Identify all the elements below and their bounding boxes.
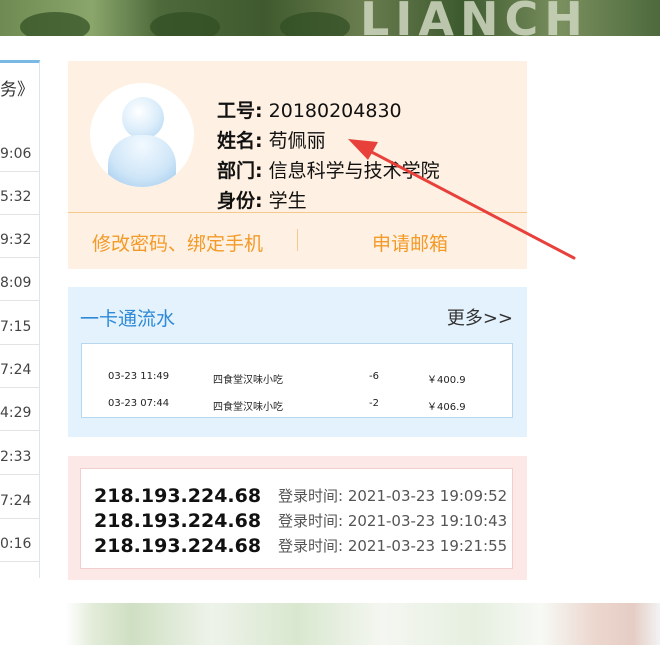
login-ip: 218.193.224.68	[94, 485, 262, 507]
profile-divider	[68, 212, 527, 213]
profile-value: 苟佩丽	[268, 130, 326, 152]
more-link[interactable]: 更多>>	[447, 304, 513, 330]
card-transactions-panel: 一卡通流水 更多>> 03-23 11:49 四食堂汉味小吃 -6 ￥400.9…	[68, 287, 527, 437]
login-ip: 218.193.224.68	[94, 535, 262, 557]
left-list-item[interactable]: 9:06	[0, 138, 40, 172]
change-password-link[interactable]: 修改密码、绑定手机	[92, 229, 263, 256]
transaction-place: 四食堂汉味小吃	[213, 375, 283, 386]
left-list-item[interactable]: 9:32	[0, 224, 40, 258]
banner-shrub	[280, 12, 350, 36]
campus-banner-image: LIANCH	[0, 0, 660, 36]
profile-row-name: 姓名: 苟佩丽	[217, 126, 326, 153]
login-time-value: 2021-03-23 19:21:55	[347, 537, 508, 555]
login-time-label: 登录时间:	[278, 487, 344, 505]
profile-label: 身份:	[217, 190, 263, 212]
apply-email-link[interactable]: 申请邮箱	[372, 229, 448, 256]
profile-value: 信息科学与技术学院	[268, 160, 440, 182]
profile-label: 姓名:	[217, 130, 263, 152]
card-panel-title: 一卡通流水	[80, 308, 176, 330]
left-panel-header: 务》	[0, 80, 34, 100]
transaction-time: 03-23 07:44	[108, 398, 170, 409]
transaction-amount: -2	[369, 398, 379, 409]
profile-row-identity: 身份: 学生	[217, 186, 307, 213]
login-time-label: 登录时间:	[278, 512, 344, 530]
left-list-item[interactable]: 5:32	[0, 181, 40, 215]
login-time-value: 2021-03-23 19:10:43	[347, 512, 508, 530]
login-ip: 218.193.224.68	[94, 510, 262, 532]
profile-value: 学生	[268, 190, 307, 212]
left-list-item[interactable]: 7:15	[0, 311, 40, 345]
avatar	[90, 83, 194, 187]
left-list-item[interactable]: 0:16	[0, 528, 40, 562]
login-history-panel: 218.193.224.68 登录时间: 2021-03-23 19:09:52…	[68, 456, 527, 580]
banner-shrub	[20, 12, 90, 36]
left-list-item[interactable]: 7:24	[0, 354, 40, 388]
login-time: 登录时间: 2021-03-23 19:21:55	[278, 535, 507, 556]
avatar-body	[108, 135, 176, 187]
profile-value: 20180204830	[268, 100, 402, 122]
left-list-item[interactable]: 7:24	[0, 485, 40, 519]
avatar-head	[122, 97, 164, 139]
transaction-table: 03-23 11:49 四食堂汉味小吃 -6 ￥400.9 03-23 07:4…	[81, 343, 513, 418]
profile-label: 部门:	[217, 160, 263, 182]
left-list-item[interactable]: 8:09	[0, 267, 40, 301]
login-time: 登录时间: 2021-03-23 19:10:43	[278, 510, 507, 531]
left-list-item[interactable]: 4:29	[0, 397, 40, 431]
banner-letters: LIANCH	[360, 0, 589, 36]
left-list-item[interactable]: 2:33	[0, 441, 40, 475]
profile-row-department: 部门: 信息科学与技术学院	[217, 156, 440, 183]
left-panel: 务》 9:06 5:32 9:32 8:09 7:15 7:24 4:29 2:…	[0, 60, 40, 578]
login-time-label: 登录时间:	[278, 537, 344, 555]
login-time: 登录时间: 2021-03-23 19:09:52	[278, 485, 507, 506]
profile-row-id: 工号: 20180204830	[217, 96, 402, 123]
profile-label: 工号:	[217, 100, 263, 122]
transaction-balance: ￥406.9	[427, 402, 466, 413]
transaction-place: 四食堂汉味小吃	[213, 402, 283, 413]
login-history-list: 218.193.224.68 登录时间: 2021-03-23 19:09:52…	[80, 468, 513, 569]
login-time-value: 2021-03-23 19:09:52	[347, 487, 508, 505]
transaction-balance: ￥400.9	[427, 375, 466, 386]
transaction-amount: -6	[369, 371, 379, 382]
banner-shrub	[150, 12, 220, 36]
transaction-time: 03-23 11:49	[108, 371, 170, 382]
footer-image	[0, 603, 660, 645]
profile-card: 工号: 20180204830 姓名: 苟佩丽 部门: 信息科学与技术学院 身份…	[68, 61, 527, 269]
button-separator	[297, 229, 298, 251]
